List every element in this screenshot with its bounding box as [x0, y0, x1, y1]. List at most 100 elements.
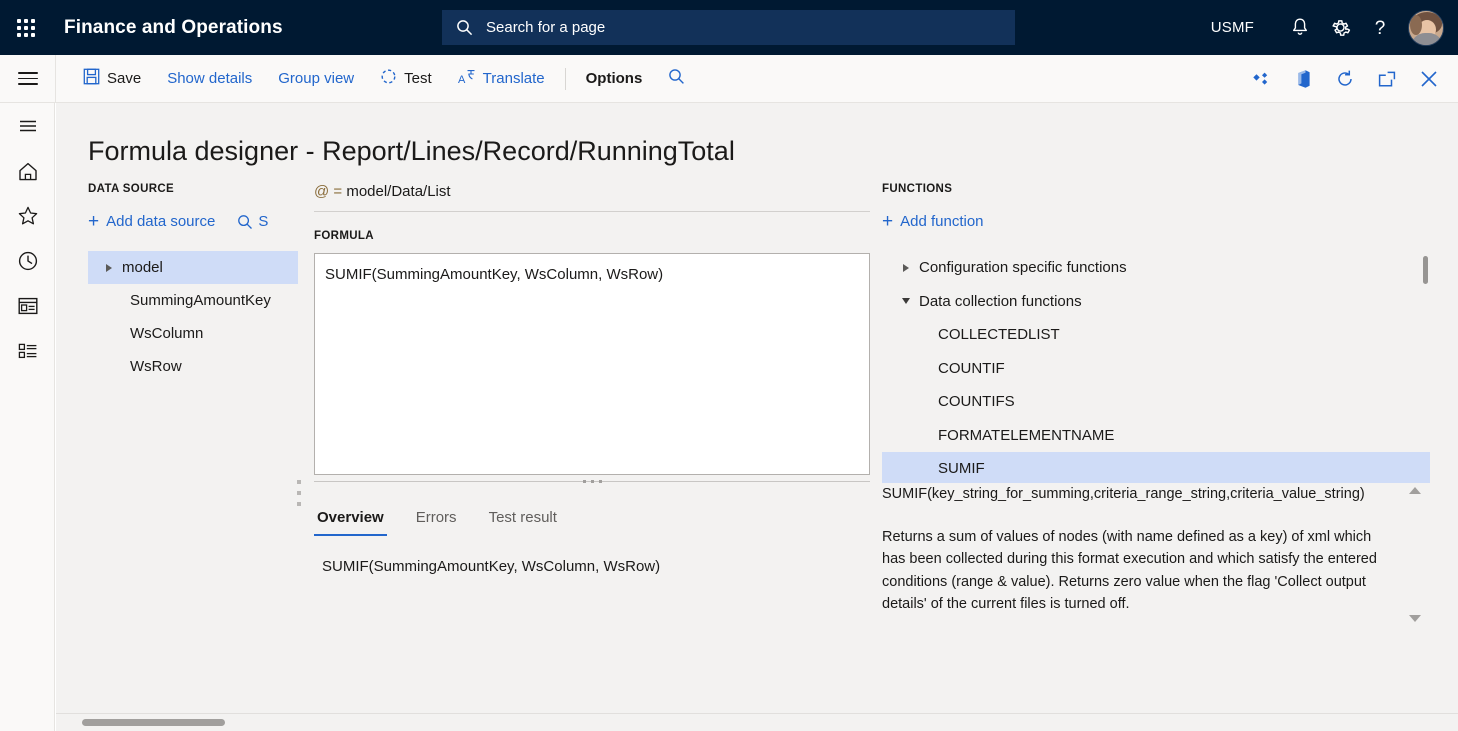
navigation-pane-toggle[interactable]: [0, 55, 55, 102]
search-icon: [668, 68, 685, 89]
vertical-splitter-handle[interactable]: [292, 473, 306, 513]
close-icon[interactable]: [1408, 55, 1450, 102]
function-item-label: FORMATELEMENTNAME: [938, 426, 1115, 444]
chevron-right-icon[interactable]: [96, 263, 122, 272]
group-view-button[interactable]: Group view: [265, 55, 367, 102]
waffle-grid-icon: [17, 18, 35, 37]
tree-item-label: WsRow: [130, 358, 182, 375]
waffle-menu-button[interactable]: [0, 0, 52, 55]
function-group-configuration-specific[interactable]: Configuration specific functions: [882, 251, 1430, 285]
sidebar-item-recent[interactable]: [0, 238, 55, 283]
save-button[interactable]: Save: [70, 55, 154, 102]
left-navigation-rail: [0, 103, 55, 731]
add-function-button[interactable]: + Add function: [882, 212, 1430, 231]
binding-path-display: @ = model/Data/List: [314, 183, 870, 212]
description-scrollbar[interactable]: [1407, 483, 1423, 626]
save-disk-icon: [83, 68, 100, 89]
show-details-label: Show details: [167, 70, 253, 87]
add-data-source-label: Add data source: [106, 213, 216, 230]
svg-text:A: A: [458, 74, 466, 85]
chevron-right-icon[interactable]: [892, 263, 919, 272]
functions-actions: + Add function: [882, 212, 1430, 231]
add-function-label: Add function: [900, 213, 984, 230]
scroll-down-arrow-icon[interactable]: [1409, 615, 1421, 622]
data-source-search-button[interactable]: S: [237, 213, 268, 230]
function-group-label: Data collection functions: [919, 292, 1082, 310]
function-item-label: COUNTIF: [938, 359, 1005, 377]
chevron-down-icon[interactable]: [892, 298, 919, 305]
sidebar-item-home[interactable]: [0, 148, 55, 193]
page-title: Formula designer - Report/Lines/Record/R…: [88, 136, 735, 166]
function-group-data-collection[interactable]: Data collection functions: [882, 285, 1430, 319]
scrollbar-thumb[interactable]: [1423, 256, 1428, 284]
function-group-label: Configuration specific functions: [919, 259, 1127, 277]
search-input[interactable]: [484, 18, 1001, 37]
function-item-sumif[interactable]: SUMIF: [882, 452, 1430, 486]
function-signature: SUMIF(key_string_for_summing,criteria_ra…: [882, 486, 1365, 502]
tree-item-model[interactable]: model: [88, 251, 298, 284]
app-title: Finance and Operations: [64, 16, 283, 38]
horizontal-splitter-handle[interactable]: [314, 475, 870, 487]
data-source-panel: DATA SOURCE + Add data source S model Su…: [88, 183, 298, 383]
test-button[interactable]: Test: [367, 55, 445, 102]
translate-a-icon: A: [458, 68, 476, 89]
binding-path-value: model/Data/List: [346, 183, 451, 200]
command-bar-right-icons: [1240, 55, 1450, 102]
data-source-header: DATA SOURCE: [88, 183, 175, 195]
tab-errors[interactable]: Errors: [413, 509, 460, 536]
tree-item-label: model: [122, 259, 163, 276]
function-item-collectedlist[interactable]: COLLECTEDLIST: [882, 318, 1430, 352]
data-source-tree: model SummingAmountKey WsColumn WsRow: [88, 251, 298, 383]
sidebar-item-favorites[interactable]: [0, 193, 55, 238]
open-in-new-window-icon[interactable]: [1366, 55, 1408, 102]
scrollbar-thumb[interactable]: [82, 719, 225, 726]
hamburger-menu-icon: [17, 68, 38, 89]
functions-header: FUNCTIONS: [882, 183, 953, 195]
company-selector[interactable]: USMF: [1211, 19, 1254, 36]
sidebar-item-menu[interactable]: [0, 103, 55, 148]
functions-tree-scrollbar[interactable]: [1423, 251, 1428, 519]
result-tabs: Overview Errors Test result: [314, 503, 914, 536]
function-item-countifs[interactable]: COUNTIFS: [882, 385, 1430, 419]
plus-icon: +: [88, 211, 100, 232]
search-icon: [456, 19, 473, 36]
functions-panel: FUNCTIONS + Add function Configuration s…: [882, 183, 1430, 519]
tree-item-label: SummingAmountKey: [130, 292, 271, 309]
sidebar-item-workspaces[interactable]: [0, 283, 55, 328]
function-item-formatelementname[interactable]: FORMATELEMENTNAME: [882, 419, 1430, 453]
options-button[interactable]: Options: [573, 55, 656, 102]
function-item-countif[interactable]: COUNTIF: [882, 352, 1430, 386]
group-view-label: Group view: [278, 70, 355, 87]
tree-item-wsrow[interactable]: WsRow: [88, 350, 298, 383]
svg-text:?: ?: [1375, 18, 1386, 39]
content-area: Formula designer - Report/Lines/Record/R…: [56, 103, 1458, 731]
question-mark-icon[interactable]: ?: [1360, 8, 1400, 48]
tree-item-wscolumn[interactable]: WsColumn: [88, 317, 298, 350]
function-item-label: SUMIF: [938, 460, 985, 478]
data-source-search-label: S: [258, 213, 269, 230]
office-app-icon[interactable]: [1282, 55, 1324, 102]
tab-test-result[interactable]: Test result: [486, 509, 560, 536]
global-search-box[interactable]: [442, 10, 1015, 45]
translate-button[interactable]: A Translate: [445, 55, 558, 102]
test-button-label: Test: [404, 70, 432, 87]
formula-header: FORMULA: [314, 230, 374, 242]
command-search-button[interactable]: [655, 55, 698, 102]
binding-prefix: @ =: [314, 183, 343, 200]
diamonds-icon[interactable]: [1240, 55, 1282, 102]
show-details-button[interactable]: Show details: [154, 55, 265, 102]
horizontal-scrollbar[interactable]: [56, 713, 1458, 731]
function-description-panel: SUMIF(key_string_for_summing,criteria_ra…: [882, 483, 1430, 626]
data-source-actions: + Add data source S: [88, 212, 298, 231]
dashed-circle-icon: [380, 68, 397, 89]
user-avatar[interactable]: [1408, 9, 1444, 46]
gear-icon[interactable]: [1320, 8, 1360, 48]
sidebar-item-modules[interactable]: [0, 328, 55, 373]
formula-input[interactable]: [314, 253, 870, 475]
bell-icon[interactable]: [1280, 8, 1320, 48]
tree-item-summingamountkey[interactable]: SummingAmountKey: [88, 284, 298, 317]
add-data-source-button[interactable]: + Add data source: [88, 212, 215, 231]
scroll-up-arrow-icon[interactable]: [1409, 487, 1421, 494]
tab-overview[interactable]: Overview: [314, 509, 387, 536]
refresh-icon[interactable]: [1324, 55, 1366, 102]
